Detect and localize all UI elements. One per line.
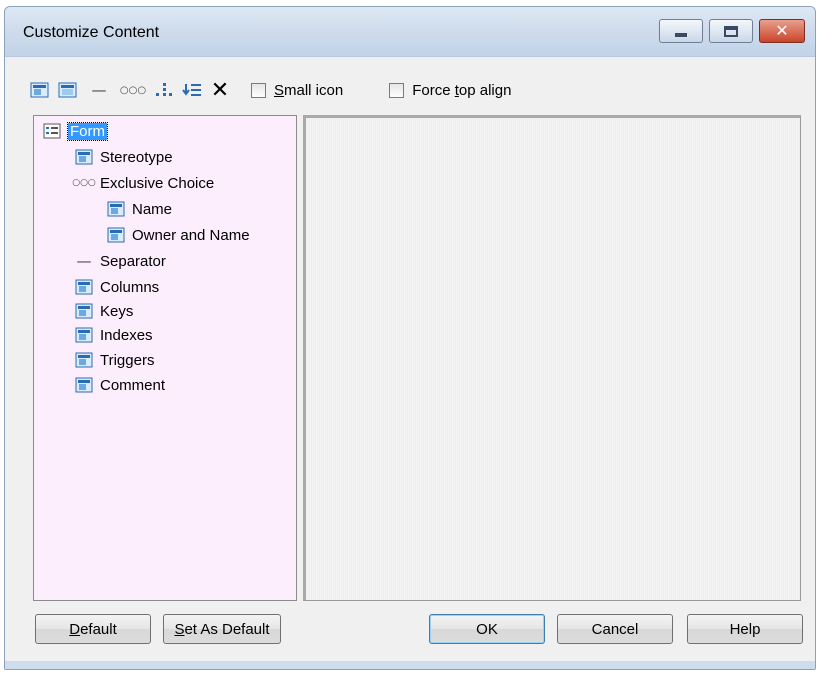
attribute-icon	[106, 200, 126, 218]
add-child-icon	[156, 83, 172, 96]
add-exclusive-choice-button[interactable]: ○○○	[119, 79, 147, 101]
add-child-button[interactable]	[153, 79, 175, 101]
maximize-button[interactable]	[709, 19, 753, 43]
tree-item-label: Owner and Name	[132, 226, 250, 244]
tree-item-stereotype[interactable]: Stereotype	[74, 146, 173, 168]
attribute-icon	[74, 302, 94, 320]
ok-button-label: OK	[476, 620, 498, 638]
toolbar: — ○○○ ✕ Small icon Force top align	[29, 75, 511, 105]
content-tree[interactable]: Form Stereotype ○○○ Exclusive Choice Nam…	[33, 115, 297, 601]
tree-item-form[interactable]: Form	[42, 120, 108, 142]
attribute-icon	[74, 326, 94, 344]
close-icon: ✕	[775, 21, 789, 40]
tree-item-label: Columns	[100, 278, 160, 296]
add-collection-button[interactable]	[57, 79, 79, 101]
small-icon-label: Small icon	[274, 81, 344, 99]
small-icon-checkbox[interactable]: Small icon	[251, 82, 343, 99]
default-button[interactable]: Default	[35, 614, 151, 644]
force-top-align-checkbox[interactable]: Force top align	[389, 82, 511, 99]
tree-item-owner-and-name[interactable]: Owner and Name	[106, 224, 250, 246]
title-bar[interactable]: Customize Content ✕	[5, 7, 815, 57]
default-button-label: Default	[69, 620, 117, 638]
delete-button[interactable]: ✕	[209, 77, 231, 103]
tree-item-label: Triggers	[100, 351, 155, 369]
small-icon-checkbox-box[interactable]	[251, 82, 266, 98]
attribute-icon	[74, 376, 94, 394]
close-button[interactable]: ✕	[759, 19, 805, 43]
tree-item-label: Comment	[100, 376, 166, 394]
form-icon	[42, 122, 62, 140]
tree-item-label: Separator	[100, 252, 166, 270]
tree-item-name[interactable]: Name	[106, 198, 172, 220]
cancel-button-label: Cancel	[591, 620, 639, 638]
tree-item-keys[interactable]: Keys	[74, 300, 133, 322]
tree-item-label: Exclusive Choice	[100, 174, 215, 192]
tree-item-indexes[interactable]: Indexes	[74, 324, 153, 346]
window-title: Customize Content	[23, 24, 160, 41]
tree-item-exclusive-choice[interactable]: ○○○ Exclusive Choice	[72, 172, 215, 194]
attribute-icon	[74, 148, 94, 166]
attribute-icon	[74, 278, 94, 296]
set-as-default-button[interactable]: Set As Default	[163, 614, 281, 644]
set-as-default-button-label: Set As Default	[174, 620, 270, 638]
attribute-icon	[106, 226, 126, 244]
customize-content-dialog: Customize Content ✕ — ○○○ ✕ Small icon F…	[4, 6, 816, 670]
tree-item-label: Keys	[100, 302, 134, 320]
window-bottom-border	[5, 661, 815, 669]
add-separator-button[interactable]: —	[85, 79, 113, 101]
help-button[interactable]: Help	[687, 614, 803, 644]
caption-buttons: ✕	[659, 19, 805, 43]
add-attribute-button[interactable]	[29, 79, 51, 101]
delete-icon: ✕	[210, 77, 230, 103]
force-top-align-checkbox-box[interactable]	[389, 82, 405, 98]
preview-pane	[303, 115, 801, 601]
maximize-icon	[724, 25, 738, 37]
tree-item-label: Name	[132, 200, 173, 218]
tree-item-label: Stereotype	[100, 148, 173, 166]
attribute-icon	[74, 351, 94, 369]
exclusive-choice-icon: ○○○	[119, 84, 147, 96]
separator-icon: —	[91, 81, 107, 99]
tree-item-triggers[interactable]: Triggers	[74, 349, 154, 371]
collection-icon	[58, 82, 77, 98]
separator-icon: —	[76, 252, 92, 270]
tree-item-columns[interactable]: Columns	[74, 276, 159, 298]
cancel-button[interactable]: Cancel	[557, 614, 673, 644]
tree-item-label: Indexes	[100, 326, 153, 344]
insert-button[interactable]	[181, 79, 203, 101]
minimize-button[interactable]	[659, 19, 703, 43]
force-top-align-label: Force top align	[412, 81, 512, 99]
help-button-label: Help	[729, 620, 761, 638]
exclusive-choice-icon: ○○○	[72, 178, 96, 188]
tree-item-separator[interactable]: — Separator	[74, 250, 166, 272]
minimize-icon	[675, 33, 687, 37]
ok-button[interactable]: OK	[429, 614, 545, 644]
tree-item-label: Form	[67, 121, 108, 141]
tree-item-comment[interactable]: Comment	[74, 374, 165, 396]
attribute-icon	[30, 82, 49, 98]
insert-icon	[182, 84, 201, 96]
